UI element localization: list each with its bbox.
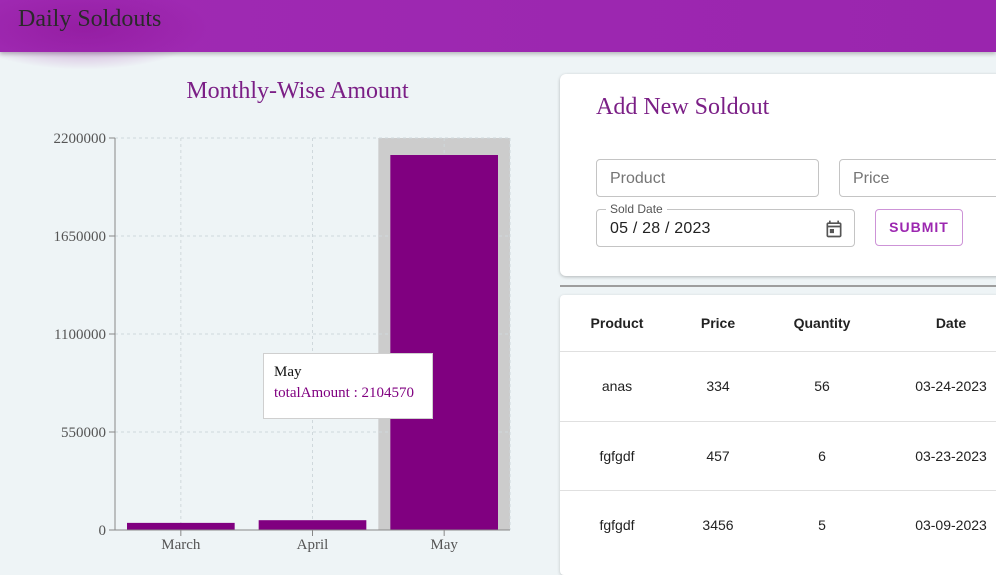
sold-date-value: 05 / 28 / 2023 (610, 220, 711, 237)
cell-quantity: 5 (818, 517, 826, 533)
y-tick-label: 2200000 (54, 131, 107, 147)
sold-date-label: Sold Date (606, 202, 667, 216)
cell-price: 334 (706, 378, 730, 394)
row-divider (560, 351, 996, 352)
header-date[interactable]: Date (896, 315, 996, 331)
bar-chart[interactable]: 0 550000 1100000 1650000 2200000 March April Ma… (0, 120, 540, 558)
header-product[interactable]: Product (562, 315, 672, 331)
x-tick-label: April (297, 537, 329, 553)
price-input[interactable]: Price (839, 159, 996, 197)
bar-march[interactable] (127, 522, 235, 530)
cell-price: 457 (706, 448, 730, 464)
bar-april[interactable] (258, 520, 367, 530)
section-divider (560, 285, 996, 287)
x-tick-label: March (161, 537, 201, 553)
submit-button[interactable]: SUBMIT (875, 209, 963, 246)
bar-may[interactable] (390, 155, 498, 530)
header-price[interactable]: Price (663, 315, 773, 331)
product-placeholder: Product (610, 170, 666, 187)
y-tick-label: 1100000 (54, 327, 106, 343)
x-tick-label: May (430, 537, 458, 553)
chart-title: Monthly-Wise Amount (186, 78, 409, 104)
cell-product: fgfgdf (599, 448, 635, 464)
form-title: Add New Soldout (596, 94, 770, 120)
cell-date: 03-23-2023 (915, 448, 987, 464)
soldouts-table: Product Price Quantity Date anas 334 56 … (560, 295, 996, 575)
chart-tooltip: May totalAmount : 2104570 (263, 353, 433, 419)
y-tick-label: 0 (99, 523, 107, 539)
row-divider (560, 490, 996, 491)
cell-price: 3456 (702, 517, 734, 533)
cell-product: anas (601, 378, 633, 394)
header-quantity[interactable]: Quantity (767, 315, 877, 331)
y-tick-label: 550000 (61, 425, 106, 441)
tooltip-value: totalAmount : 2104570 (274, 385, 414, 401)
app-title: Daily Soldouts (18, 6, 162, 32)
row-divider (560, 421, 996, 422)
price-placeholder: Price (853, 170, 890, 187)
cell-quantity: 56 (814, 378, 830, 394)
cell-date: 03-24-2023 (915, 378, 987, 394)
cell-date: 03-09-2023 (915, 517, 987, 533)
app-bar: Daily Soldouts (0, 0, 996, 70)
calendar-icon[interactable] (824, 219, 844, 239)
product-input[interactable]: Product (596, 159, 819, 197)
sold-date-input[interactable]: Sold Date 05 / 28 / 2023 (596, 202, 855, 247)
tooltip-label: May (274, 364, 302, 380)
add-soldout-card: Add New Soldout Product Price Sold Date … (560, 74, 996, 276)
cell-product: fgfgdf (599, 517, 635, 533)
y-tick-label: 1650000 (54, 229, 107, 245)
cell-quantity: 6 (818, 448, 826, 464)
